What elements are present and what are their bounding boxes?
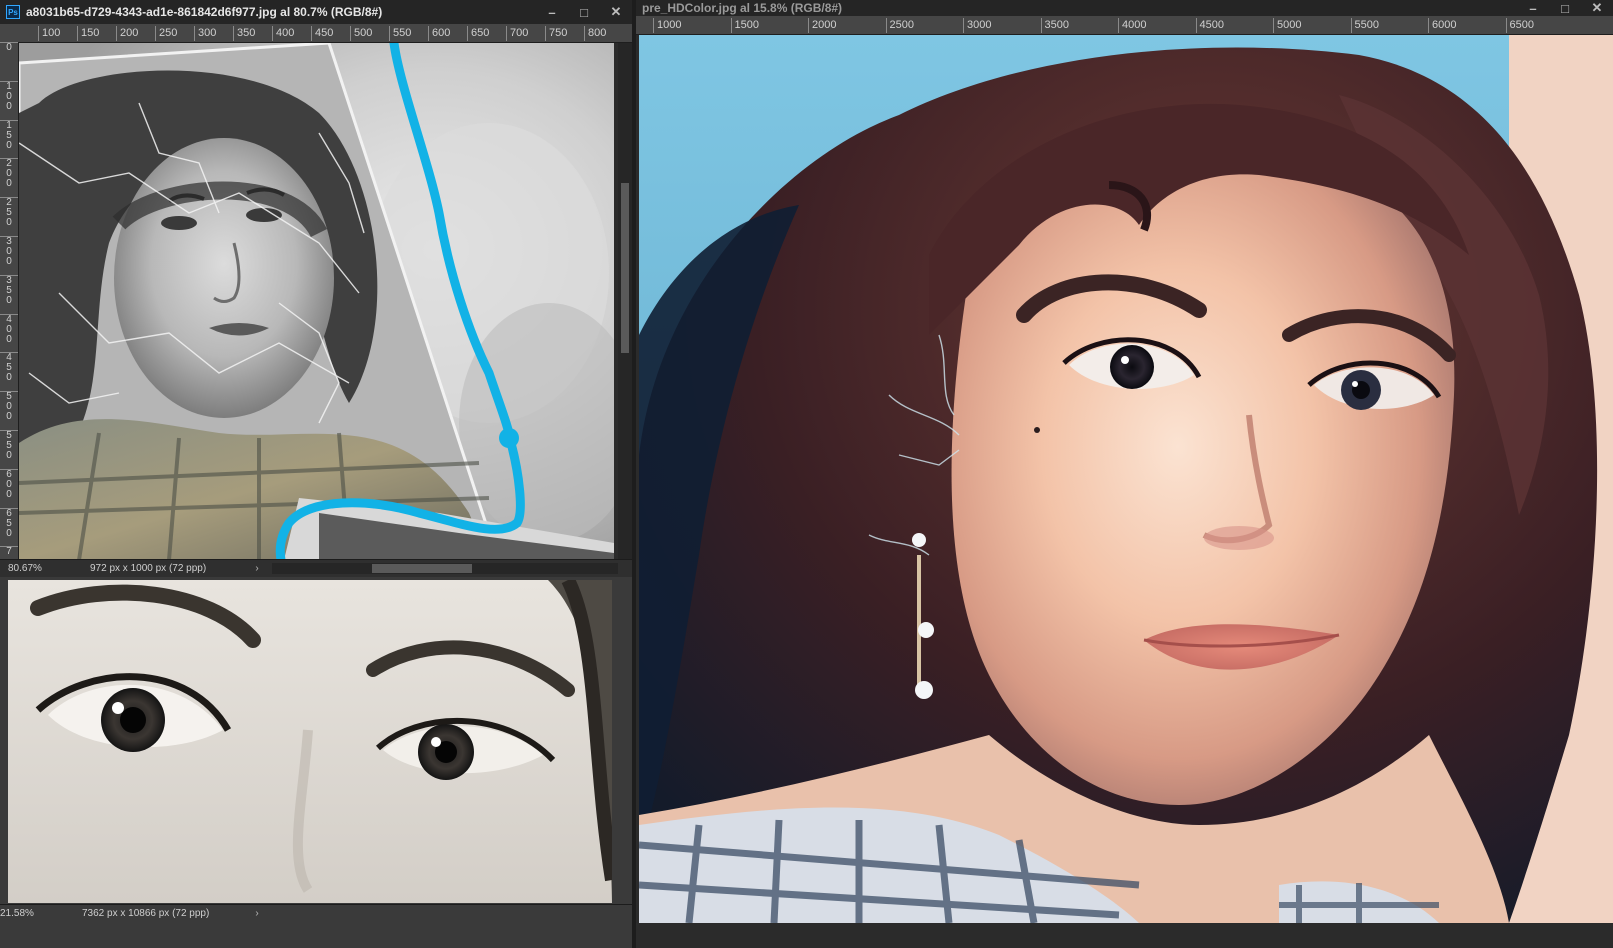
- damaged-old-photo: [19, 43, 614, 560]
- reference-status-bar: 21.58% 7362 px x 10866 px (72 ppp) ›: [0, 904, 632, 922]
- ruler-tick-label: 450: [0, 352, 18, 383]
- ruler-tick-label: 1000: [653, 18, 681, 33]
- ruler-tick-label: 5500: [1350, 18, 1379, 33]
- ruler-tick-label: 250: [155, 26, 177, 41]
- scroll-thumb[interactable]: [621, 183, 629, 353]
- close-icon[interactable]: ✕: [1581, 0, 1613, 16]
- document-dimensions: 972 px x 1000 px (72 ppp): [90, 563, 207, 574]
- source-window-title: a8031b65-d729-4343-ad1e-861842d6f977.jpg…: [26, 5, 383, 19]
- ruler-tick-label: 1500: [730, 18, 759, 33]
- zoom-level[interactable]: 80.67%: [0, 563, 70, 574]
- ruler-tick-label: 650: [0, 507, 18, 539]
- horizontal-ruler[interactable]: 100 150 200 250 300 350 400 450 500 550 600 650 700 7…: [0, 24, 632, 43]
- source-status-bar: 80.67% 972 px x 1000 px (72 ppp) ›: [0, 559, 632, 577]
- ruler-tick-label: 150: [77, 26, 99, 41]
- reference-photo-canvas[interactable]: [8, 580, 612, 903]
- ruler-tick-label: 550: [0, 430, 18, 461]
- ruler-tick-label: 500: [350, 26, 372, 41]
- ruler-tick-label: 300: [194, 26, 216, 41]
- ruler-tick-label: 0: [0, 42, 18, 53]
- panel-divider[interactable]: [632, 0, 636, 948]
- ruler-tick-label: 6500: [1505, 18, 1534, 33]
- photoshop-icon: Ps: [6, 5, 20, 19]
- ruler-tick-label: 200: [0, 158, 18, 189]
- ruler-tick-label: 4500: [1195, 18, 1224, 33]
- ruler-tick-label: 700: [506, 26, 528, 41]
- ruler-tick-label: 550: [389, 26, 411, 41]
- scroll-thumb[interactable]: [372, 564, 472, 573]
- colorized-portrait: [639, 35, 1613, 923]
- source-photo-canvas[interactable]: [19, 43, 614, 560]
- ruler-tick-label: 350: [233, 26, 255, 41]
- ruler-tick-label: 6000: [1428, 18, 1456, 33]
- source-document-window[interactable]: Ps a8031b65-d729-4343-ad1e-861842d6f977.…: [0, 0, 632, 577]
- ruler-tick-label: 400: [272, 26, 294, 41]
- ruler-tick-label: 400: [0, 313, 18, 345]
- maximize-icon[interactable]: □: [568, 0, 600, 24]
- ruler-tick-label: 350: [0, 274, 18, 306]
- ruler-tick-label: 7: [0, 546, 18, 557]
- maximize-icon[interactable]: □: [1549, 0, 1581, 16]
- source-horizontal-scrollbar[interactable]: [272, 563, 618, 574]
- ruler-tick-label: 100: [0, 80, 18, 112]
- ruler-tick-label: 600: [0, 468, 18, 500]
- zoom-level[interactable]: 21.58%: [0, 908, 70, 919]
- ruler-tick-label: 2500: [885, 18, 914, 33]
- ruler-tick-label: 100: [38, 26, 60, 41]
- minimize-icon[interactable]: –: [1517, 0, 1549, 16]
- document-dimensions: 7362 px x 10866 px (72 ppp): [82, 908, 210, 919]
- close-icon[interactable]: ✕: [600, 0, 632, 24]
- ruler-tick-label: 250: [0, 197, 18, 228]
- ruler-tick-label: 800: [584, 26, 606, 41]
- result-window-title: pre_HDColor.jpg al 15.8% (RGB/8#): [642, 1, 843, 15]
- ruler-tick-label: 650: [467, 26, 489, 41]
- ruler-tick-label: 200: [116, 26, 138, 41]
- ruler-tick-label: 2000: [808, 18, 836, 33]
- status-menu-arrow-icon[interactable]: ›: [250, 563, 264, 574]
- ruler-tick-label: 750: [545, 26, 567, 41]
- ruler-tick-label: 4000: [1118, 18, 1146, 33]
- reference-document-window[interactable]: 21.58% 7362 px x 10866 px (72 ppp) ›: [0, 578, 632, 923]
- result-photo-canvas[interactable]: [639, 35, 1613, 923]
- ruler-tick-label: 5000: [1273, 18, 1301, 33]
- ruler-tick-label: 500: [0, 391, 18, 422]
- result-bottom-bar: [636, 923, 1613, 948]
- reference-eyes-photo: [8, 580, 612, 903]
- ruler-tick-label: 3500: [1040, 18, 1069, 33]
- ruler-tick-label: 450: [311, 26, 333, 41]
- status-menu-arrow-icon[interactable]: ›: [250, 908, 264, 919]
- ruler-tick-label: 150: [0, 119, 18, 151]
- source-vertical-scrollbar[interactable]: [618, 43, 632, 560]
- result-title-bar[interactable]: pre_HDColor.jpg al 15.8% (RGB/8#) – □ ✕: [636, 0, 1613, 16]
- ruler-tick-label: 300: [0, 236, 18, 267]
- source-title-bar[interactable]: Ps a8031b65-d729-4343-ad1e-861842d6f977.…: [0, 0, 632, 24]
- ruler-tick-label: 600: [428, 26, 450, 41]
- horizontal-ruler[interactable]: 1000 1500 2000 2500 3000 3500 4000 4500 5000 5500…: [636, 16, 1613, 35]
- ruler-tick-label: 3000: [963, 18, 991, 33]
- result-document-window[interactable]: pre_HDColor.jpg al 15.8% (RGB/8#) – □ ✕ …: [636, 0, 1613, 948]
- minimize-icon[interactable]: –: [536, 0, 568, 24]
- vertical-ruler[interactable]: 0 100 150 200 250 300 350 400 450 500 550 600 650 7: [0, 42, 19, 560]
